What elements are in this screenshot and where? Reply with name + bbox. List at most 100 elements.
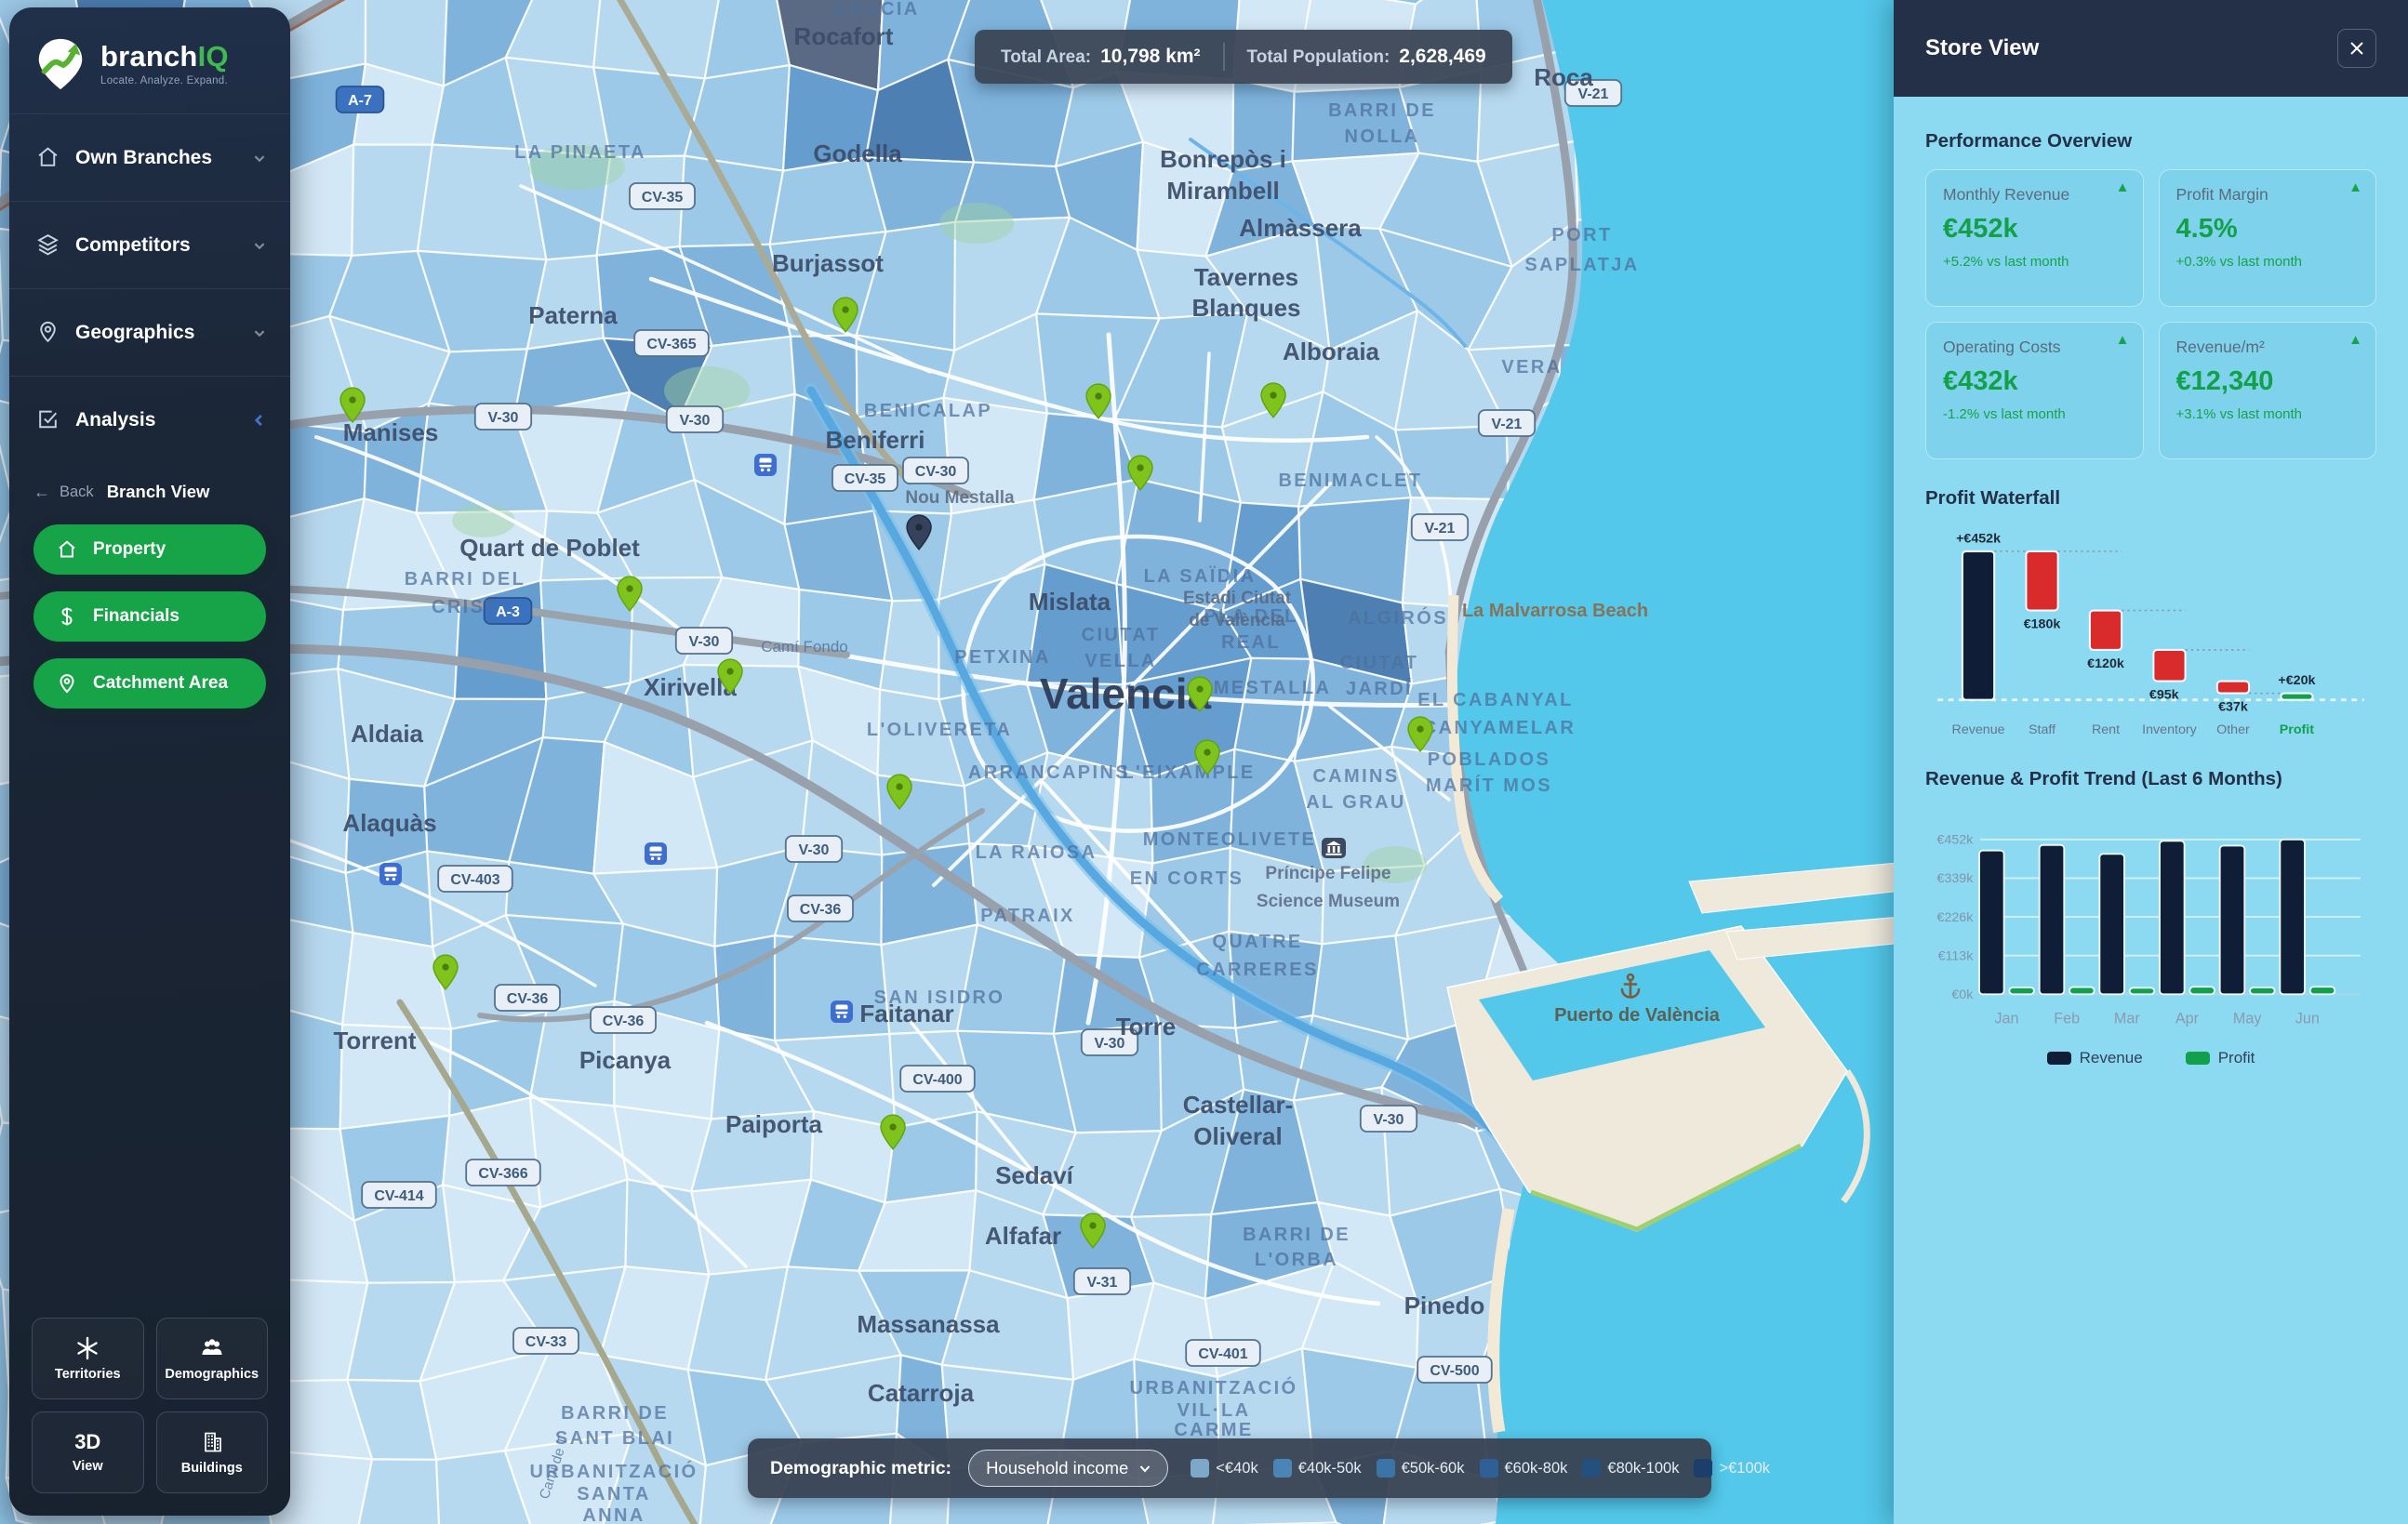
map-label: de València <box>1189 611 1285 630</box>
sidebar-item-competitors[interactable]: Competitors <box>9 202 290 289</box>
map-label: Castellar- <box>1183 1091 1294 1119</box>
road-badge: A-7 <box>337 86 384 113</box>
asterisk-icon <box>75 1336 100 1360</box>
legend-item: <€40k <box>1191 1459 1257 1478</box>
trend-legend: Revenue Profit <box>1925 1049 2376 1077</box>
back-arrow-icon[interactable]: ← <box>33 483 50 502</box>
map-label: SANT BLAI <box>555 1428 674 1449</box>
map-label: Torrent <box>333 1027 416 1054</box>
property-button[interactable]: Property <box>33 524 266 575</box>
svg-text:Jan: Jan <box>1994 1011 2018 1027</box>
total-area-stat: Total Area: 10,798 km² <box>1001 46 1201 68</box>
dropdown-value: Household income <box>986 1458 1128 1478</box>
legend-item: >€100k <box>1694 1459 1770 1478</box>
dollar-icon <box>56 605 78 628</box>
view-title: Branch View <box>107 482 210 502</box>
sidebar-item-geographics[interactable]: Geographics <box>9 289 290 377</box>
legend-item: €40k-50k <box>1273 1459 1362 1478</box>
svg-text:€180k: €180k <box>2024 617 2061 632</box>
map-label: Godella <box>813 139 902 167</box>
close-icon <box>2348 39 2366 58</box>
map-label: La Malvarrosa Beach <box>1462 601 1648 621</box>
map-label: Massanassa <box>857 1310 1000 1338</box>
svg-text:V-21: V-21 <box>1425 521 1456 537</box>
back-link[interactable]: Back <box>60 484 94 501</box>
legend-label: €40k-50k <box>1298 1460 1362 1478</box>
map-label: VIL·LA <box>1177 1400 1251 1421</box>
map-label: GRÀCIA <box>832 0 919 20</box>
legend-swatch <box>1582 1459 1601 1478</box>
map-label: Science Museum <box>1257 892 1400 911</box>
chevron-down-icon <box>249 235 270 256</box>
legend-label: <€40k <box>1216 1460 1257 1478</box>
map-label: BARRI DE <box>561 1403 669 1424</box>
sidebar-item-own-branches[interactable]: Own Branches <box>9 114 290 202</box>
close-button[interactable] <box>2337 29 2376 68</box>
transit-icon <box>754 454 777 476</box>
map-label: Burjassot <box>772 249 884 277</box>
check-square-icon <box>35 407 60 432</box>
map-label: EL CABANYAL <box>1417 690 1574 710</box>
divider <box>1223 43 1225 71</box>
transit-icon <box>379 863 402 885</box>
svg-text:Jun: Jun <box>2295 1011 2320 1027</box>
map-label: MARÍT MOS <box>1426 775 1552 796</box>
demographics-button[interactable]: Demographics <box>156 1318 269 1399</box>
sidebar-item-label: Analysis <box>75 409 234 431</box>
people-icon <box>200 1336 224 1360</box>
catchment-area-button[interactable]: Catchment Area <box>33 658 266 709</box>
map-label: Sedaví <box>995 1161 1074 1189</box>
sidebar-item-analysis[interactable]: Analysis <box>9 377 290 463</box>
svg-text:CV-401: CV-401 <box>1198 1346 1247 1362</box>
road-badge: CV-36 <box>495 985 560 1011</box>
map-label: SAN ISIDRO <box>874 987 1005 1008</box>
total-population-label: Total Population: <box>1247 47 1390 68</box>
demographic-metric-dropdown[interactable]: Household income <box>968 1450 1168 1487</box>
svg-text:€339k: €339k <box>1937 871 1975 886</box>
svg-text:Staff: Staff <box>2029 722 2055 737</box>
territories-button[interactable]: Territories <box>32 1318 144 1399</box>
sidebar-nav: Own Branches Competitors Geographics <box>9 113 290 463</box>
map-label: LA RAIOSA <box>976 842 1098 863</box>
legend-label: €50k-60k <box>1402 1460 1465 1478</box>
road-badge: CV-35 <box>832 465 898 491</box>
map-label: Tavernes <box>1194 263 1298 291</box>
layers-icon <box>35 232 60 258</box>
svg-text:V-30: V-30 <box>1374 1112 1404 1128</box>
map-label: MESTALLA <box>1214 678 1332 698</box>
svg-text:V-30: V-30 <box>799 842 830 858</box>
map-label: Torre <box>1116 1013 1177 1040</box>
map-label: LA PINAETA <box>514 142 646 163</box>
button-label: Property <box>93 539 166 560</box>
map-label: BARRI DE <box>1243 1225 1350 1245</box>
map-label: POBLADOS <box>1428 749 1551 770</box>
svg-text:€0k: €0k <box>1951 987 1974 1002</box>
svg-text:€120k: €120k <box>2087 656 2124 671</box>
svg-text:+€20k: +€20k <box>2278 673 2315 688</box>
svg-text:Profit: Profit <box>2280 722 2314 737</box>
kpi-operating-costs: ▲ Operating Costs €432k -1.2% vs last mo… <box>1925 322 2144 459</box>
map-label: Alfafar <box>985 1222 1061 1250</box>
buildings-button[interactable]: Buildings <box>156 1411 269 1493</box>
svg-text:CV-33: CV-33 <box>526 1334 567 1350</box>
trend-up-icon: ▲ <box>2348 179 2362 195</box>
financials-button[interactable]: Financials <box>33 591 266 642</box>
map-label: Quart de Poblet <box>459 534 640 562</box>
panel-title: Store View <box>1925 35 2039 61</box>
profit-waterfall-heading: Profit Waterfall <box>1925 487 2376 510</box>
road-badge: CV-401 <box>1186 1340 1260 1366</box>
tool-label: Buildings <box>181 1461 243 1476</box>
map-label: Alaquàs <box>342 809 436 837</box>
svg-text:CV-366: CV-366 <box>478 1166 527 1182</box>
3d-view-button[interactable]: 3D View <box>32 1411 144 1493</box>
map-label: BARRI DEL <box>405 569 526 590</box>
road-badge: V-30 <box>676 628 732 654</box>
svg-text:Rent: Rent <box>2092 722 2120 737</box>
road-badge: CV-365 <box>634 330 709 356</box>
legend-swatch <box>1480 1459 1498 1478</box>
svg-text:Mar: Mar <box>2114 1011 2140 1027</box>
total-population-value: 2,628,469 <box>1399 46 1485 68</box>
home-icon <box>35 145 60 170</box>
road-badge: CV-36 <box>591 1007 656 1033</box>
svg-text:Other: Other <box>2216 722 2250 737</box>
